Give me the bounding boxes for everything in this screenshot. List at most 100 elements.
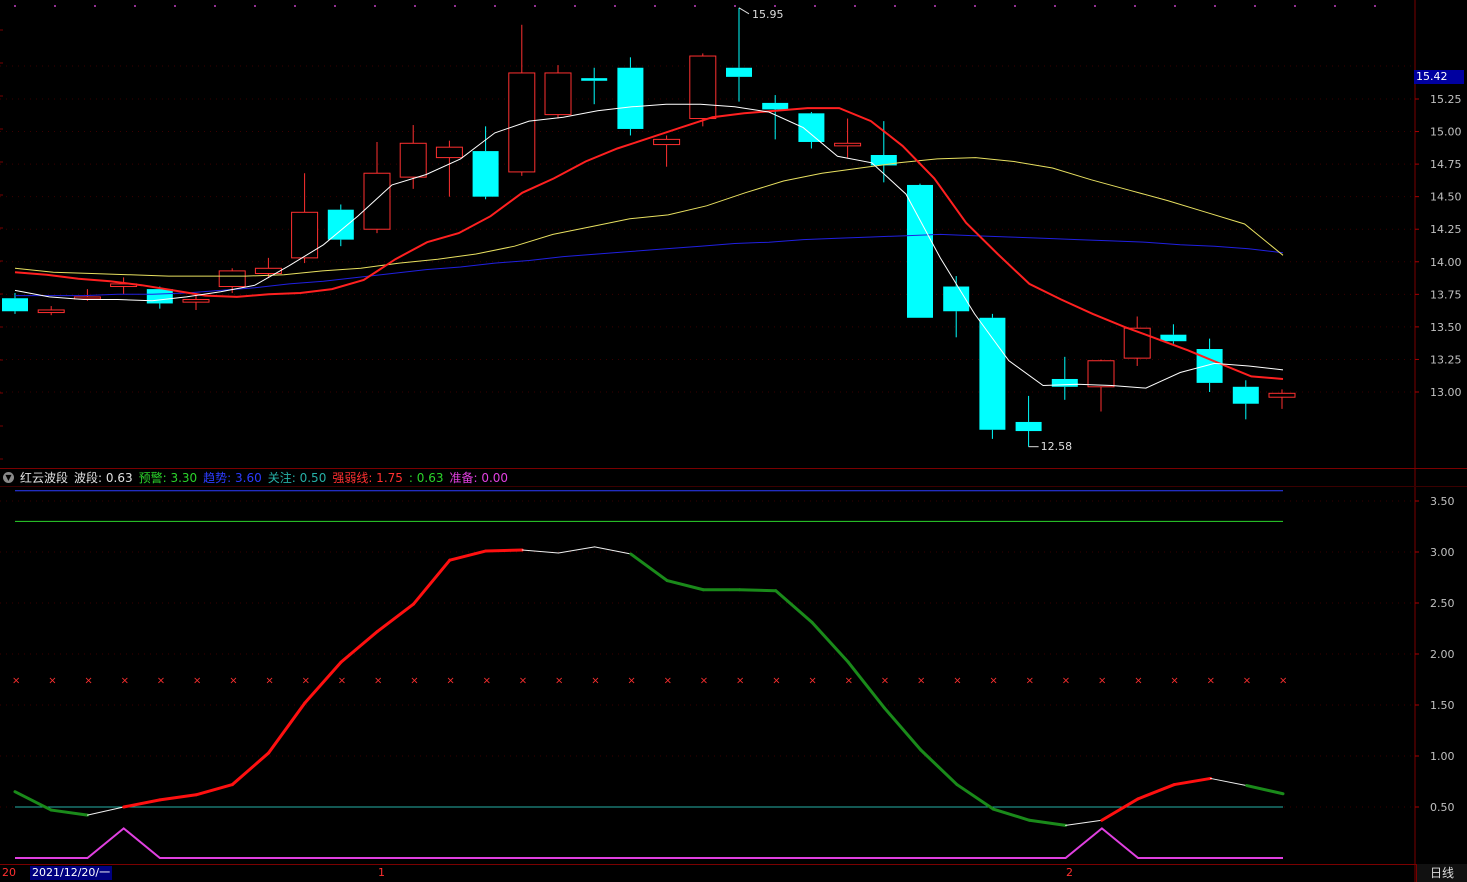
high-pointer bbox=[738, 7, 750, 15]
legend-items: 波段: 0.63 预警: 3.30 趋势: 3.60 关注: 0.50 强弱线: 1.7… bbox=[74, 469, 514, 486]
top-marker-dot bbox=[94, 5, 96, 7]
bodo-segment bbox=[521, 549, 559, 554]
bodo-segment bbox=[86, 806, 125, 816]
bodo-segment bbox=[158, 793, 198, 802]
top-marker-dot bbox=[894, 5, 896, 7]
candle-body-up bbox=[37, 309, 65, 314]
top-marker-dot bbox=[1054, 5, 1056, 7]
candle-body-down bbox=[907, 184, 933, 318]
qiangruo-mark: × bbox=[302, 676, 310, 687]
candle-body-up bbox=[435, 146, 463, 159]
month-tick-1: 1 bbox=[378, 866, 385, 879]
candle-body-down bbox=[472, 151, 499, 197]
bodo-segment bbox=[1100, 797, 1140, 822]
price-tick-label-2: 14.75 bbox=[1430, 158, 1462, 171]
indicator-name[interactable]: 红云波段 bbox=[20, 469, 68, 486]
candle-body-down bbox=[581, 78, 608, 81]
ind-tick-label-1: 3.00 bbox=[1430, 546, 1455, 559]
top-marker-dot bbox=[334, 5, 336, 7]
top-marker-dot bbox=[1254, 5, 1256, 7]
top-marker-dot bbox=[574, 5, 576, 7]
qiangruo-mark: × bbox=[736, 676, 744, 687]
candle-body-down bbox=[327, 209, 354, 240]
top-marker-dot bbox=[854, 5, 856, 7]
qiangruo-mark: × bbox=[555, 676, 563, 687]
ma60-line bbox=[15, 233, 1284, 297]
chart-canvas[interactable]: 15.2515.0014.7514.5014.2514.0013.7513.50… bbox=[0, 0, 1467, 882]
qiangruo-mark: × bbox=[917, 676, 925, 687]
top-marker-dot bbox=[374, 5, 376, 7]
qiangruo-mark: × bbox=[772, 676, 780, 687]
top-marker-dot bbox=[494, 5, 496, 7]
qiangruo-mark: × bbox=[953, 676, 961, 687]
indicator-legend: ▼ 红云波段 波段: 0.63 预警: 3.30 趋势: 3.60 关注: 0.50 强… bbox=[0, 469, 520, 486]
qiangruo-mark: × bbox=[157, 676, 165, 687]
price-tick-label-3: 14.50 bbox=[1430, 191, 1462, 204]
bodo-segment bbox=[122, 798, 162, 809]
candle-body-up bbox=[1087, 360, 1115, 388]
candle-body-up bbox=[1268, 392, 1296, 398]
legend-item-1: 预警: 3.30 bbox=[138, 471, 198, 485]
bodo-segment bbox=[484, 548, 524, 553]
price-tick-label-5: 14.00 bbox=[1430, 256, 1462, 269]
qiangruo-mark: × bbox=[808, 676, 816, 687]
qiangruo-mark: × bbox=[519, 676, 527, 687]
bodo-segment bbox=[810, 620, 850, 664]
candle-body-up bbox=[1123, 327, 1151, 359]
bodo-segment bbox=[629, 552, 669, 583]
qiangruo-mark: × bbox=[338, 676, 346, 687]
top-marker-dot bbox=[1374, 5, 1376, 7]
candle-body-down bbox=[1232, 386, 1259, 404]
candle-body-down bbox=[1196, 349, 1223, 383]
bodo-segment bbox=[846, 660, 886, 710]
period-button[interactable]: 日线 bbox=[1416, 864, 1467, 882]
qiangruo-mark: × bbox=[881, 676, 889, 687]
bodo-segment bbox=[303, 660, 343, 705]
low-price-label: 12.58 bbox=[1040, 439, 1073, 453]
zhunbei-line bbox=[15, 827, 1283, 859]
bodo-segment bbox=[665, 579, 705, 592]
ind-tick-label-5: 1.00 bbox=[1430, 750, 1455, 763]
top-marker-dot bbox=[974, 5, 976, 7]
price-tick-label-4: 14.25 bbox=[1430, 223, 1462, 236]
top-marker-dot bbox=[534, 5, 536, 7]
bodo-segment bbox=[919, 748, 959, 787]
bodo-segment bbox=[991, 807, 1031, 822]
bodo-segment bbox=[448, 549, 488, 562]
date-prefix: 20 bbox=[2, 866, 16, 879]
bodo-segment bbox=[1136, 783, 1176, 801]
candle-body-down bbox=[1051, 378, 1078, 387]
top-marker-dot bbox=[14, 5, 16, 7]
qiangruo-mark: × bbox=[845, 676, 853, 687]
top-marker-dot bbox=[654, 5, 656, 7]
ind-tick-label-2: 2.50 bbox=[1430, 597, 1455, 610]
bodo-segment bbox=[774, 589, 814, 624]
top-marker-dot bbox=[454, 5, 456, 7]
legend-item-0: 波段: 0.63 bbox=[74, 471, 133, 485]
top-marker-dot bbox=[1174, 5, 1176, 7]
candle-body-down bbox=[726, 67, 752, 77]
bodo-segment bbox=[375, 602, 416, 634]
qiangruo-mark: × bbox=[591, 676, 599, 687]
bodo-segment bbox=[594, 546, 632, 555]
qiangruo-mark: × bbox=[265, 676, 273, 687]
qiangruo-mark: × bbox=[1062, 676, 1070, 687]
qiangruo-mark: × bbox=[664, 676, 672, 687]
qiangruo-mark: × bbox=[700, 676, 708, 687]
qiangruo-mark: × bbox=[483, 676, 491, 687]
qiangruo-mark: × bbox=[410, 676, 418, 687]
candle-body-up bbox=[363, 172, 391, 230]
candle-body-down bbox=[617, 67, 644, 129]
month-tick-2: 2 bbox=[1066, 866, 1073, 879]
indicator-menu-icon[interactable]: ▼ bbox=[3, 472, 14, 483]
ind-tick-label-4: 1.50 bbox=[1430, 699, 1455, 712]
candle-body-up bbox=[653, 138, 681, 146]
legend-item-5: : 0.63 bbox=[408, 471, 444, 485]
current-price-badge: 15.42 bbox=[1414, 69, 1464, 84]
high-price-label: 15.95 bbox=[752, 7, 784, 21]
candle-body-down bbox=[979, 317, 1006, 430]
bodo-segment bbox=[1210, 777, 1248, 787]
bodo-segment bbox=[194, 783, 234, 797]
price-tick-label-1: 15.00 bbox=[1430, 126, 1462, 139]
bodo-segment bbox=[955, 783, 995, 811]
